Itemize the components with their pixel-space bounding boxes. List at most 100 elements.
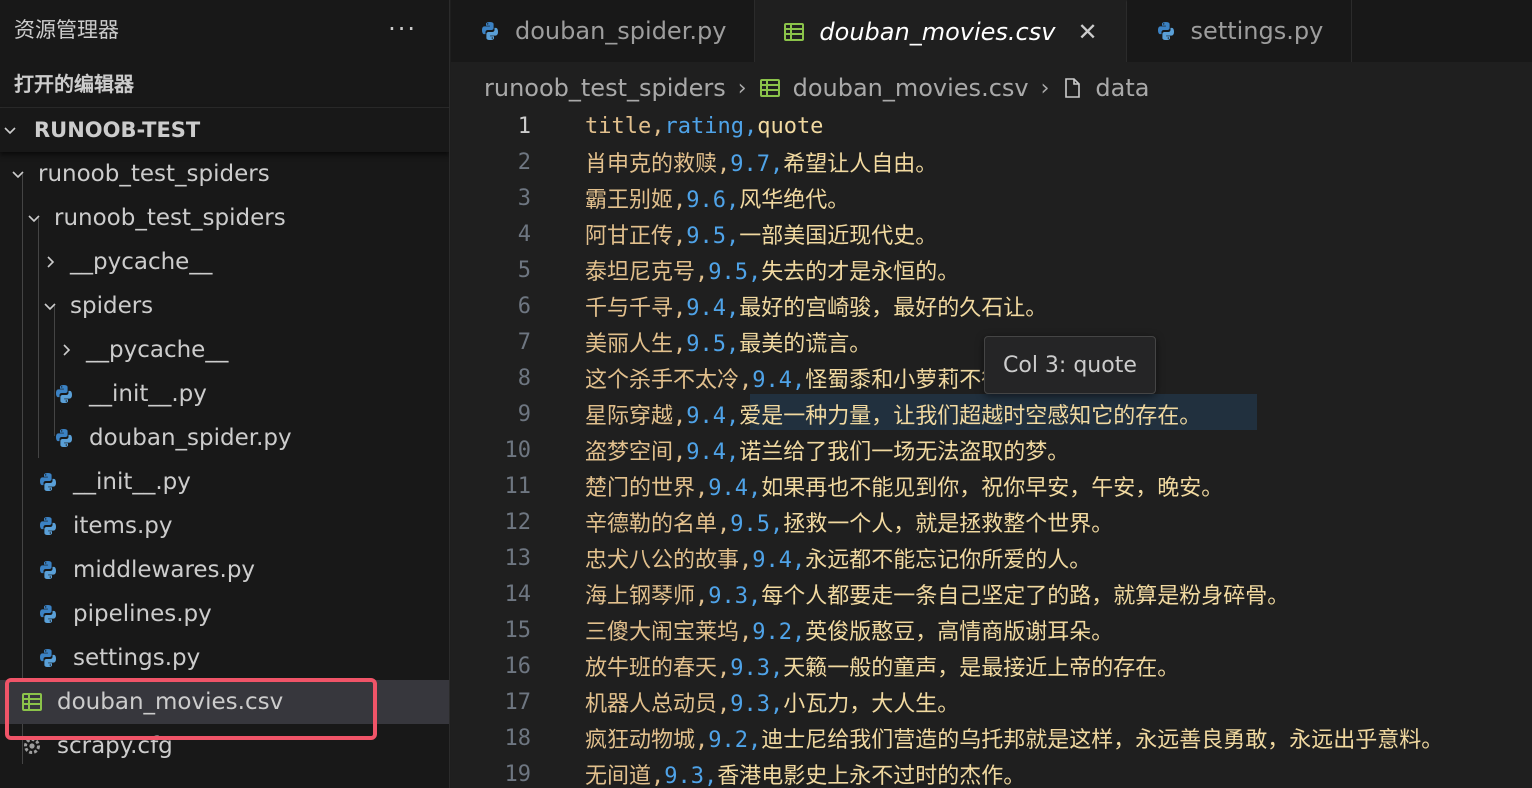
csv-column-3: 失去的才是永恒的。 — [761, 260, 960, 285]
line-number: 2 — [517, 149, 531, 175]
python-icon — [479, 20, 501, 42]
csv-column-1: 三傻大闹宝莱坞, — [585, 620, 753, 645]
workspace-root[interactable]: RUNOOB-TEST — [0, 108, 449, 152]
chevron-right-icon — [58, 342, 74, 358]
code-line[interactable]: 2 肖申克的救赎,9.7,希望让人自由。 — [451, 144, 1532, 180]
csv-column-1: 楚门的世界, — [585, 476, 709, 501]
breadcrumb-folder[interactable]: runoob_test_spiders — [484, 74, 726, 102]
code-line[interactable]: 5 泰坦尼克号,9.5,失去的才是永恒的。 — [451, 252, 1532, 288]
tab-settings[interactable]: settings.py — [1127, 0, 1353, 62]
tree-item-folder[interactable]: spiders — [0, 284, 449, 328]
tree-item-folder[interactable]: runoob_test_spiders — [0, 196, 449, 240]
code-text: 无间道,9.3,香港电影史上永不过时的杰作。 — [585, 758, 1025, 788]
code-line[interactable]: 19 无间道,9.3,香港电影史上永不过时的杰作。 — [451, 756, 1532, 788]
code-text: 三傻大闹宝莱坞,9.2,英俊版憨豆，高情商版谢耳朵。 — [585, 614, 1113, 646]
tree-item-label: __init__.py — [89, 381, 207, 407]
chevron-right-icon: › — [737, 75, 747, 101]
code-text: 千与千寻,9.4,最好的宫崎骏，最好的久石让。 — [585, 290, 1047, 322]
csv-icon — [21, 691, 43, 713]
code-line[interactable]: 15 三傻大闹宝莱坞,9.2,英俊版憨豆，高情商版谢耳朵。 — [451, 612, 1532, 648]
csv-column-2: 9.6, — [686, 188, 740, 213]
csv-column-1: 肖申克的救赎, — [585, 152, 731, 177]
code-text: 海上钢琴师,9.3,每个人都要走一条自己坚定了的路，就算是粉身碎骨。 — [585, 578, 1289, 610]
code-line[interactable]: 1 title,rating,quote — [451, 108, 1532, 144]
tab-douban-movies-csv[interactable]: douban_movies.csv ✕ — [755, 0, 1127, 62]
line-number: 19 — [504, 761, 532, 787]
code-editor[interactable]: 1 title,rating,quote 2 肖申克的救赎,9.7,希望让人自由。 3 霸… — [451, 108, 1532, 788]
tree-item-file[interactable]: items.py — [0, 504, 449, 548]
code-line[interactable]: 6 千与千寻,9.4,最好的宫崎骏，最好的久石让。 — [451, 288, 1532, 324]
code-line[interactable]: 16 放牛班的春天,9.3,天籁一般的童声，是最接近上帝的存在。 — [451, 648, 1532, 684]
code-line[interactable]: 11 楚门的世界,9.4,如果再也不能见到你，祝你早安，午安，晚安。 — [451, 468, 1532, 504]
close-icon[interactable]: ✕ — [1077, 18, 1097, 46]
tab-label: douban_spider.py — [515, 17, 727, 45]
open-editors-section[interactable]: 打开的编辑器 — [0, 58, 449, 108]
tree-item-label: settings.py — [73, 645, 201, 671]
chevron-down-icon — [2, 122, 18, 138]
code-line[interactable]: 12 辛德勒的名单,9.5,拯救一个人，就是拯救整个世界。 — [451, 504, 1532, 540]
code-line[interactable]: 18 疯狂动物城,9.2,迪士尼给我们营造的乌托邦就是这样，永远善良勇敢，永远出乎… — [451, 720, 1532, 756]
csv-column-1: 辛德勒的名单, — [585, 512, 731, 537]
tree-item-label: runoob_test_spiders — [38, 161, 270, 187]
csv-column-3: 爱是一种力量，让我们超越时空感知它的存在。 — [739, 404, 1202, 429]
line-number: 13 — [504, 545, 532, 571]
line-number: 6 — [517, 293, 531, 319]
tree-item-label: scrapy.cfg — [57, 733, 173, 759]
code-line[interactable]: 10 盗梦空间,9.4,诺兰给了我们一场无法盗取的梦。 — [451, 432, 1532, 468]
tree-item-file[interactable]: pipelines.py — [0, 592, 449, 636]
csv-column-1: 盗梦空间, — [585, 440, 687, 465]
python-icon — [37, 603, 59, 625]
line-number: 15 — [504, 617, 532, 643]
tree-item-file[interactable]: __init__.py — [0, 372, 449, 416]
explorer-sidebar: 资源管理器 ··· 打开的编辑器 RUNOOB-TEST runoob_test… — [0, 0, 450, 788]
csv-column-1: 机器人总动员, — [585, 692, 731, 717]
code-line[interactable]: 3 霸王别姬,9.6,风华绝代。 — [451, 180, 1532, 216]
tree-item-label: pipelines.py — [73, 601, 212, 627]
csv-column-2: 9.4, — [752, 548, 806, 573]
tree-item-folder[interactable]: runoob_test_spiders — [0, 152, 449, 196]
csv-column-2: 9.7, — [730, 152, 784, 177]
breadcrumb-symbol[interactable]: data — [1095, 74, 1149, 102]
line-number: 5 — [517, 257, 531, 283]
code-line[interactable]: 13 忠犬八公的故事,9.4,永远都不能忘记你所爱的人。 — [451, 540, 1532, 576]
csv-column-3: 希望让人自由。 — [783, 152, 938, 177]
csv-column-1: 忠犬八公的故事, — [585, 548, 753, 573]
code-line[interactable]: 4 阿甘正传,9.5,一部美国近现代史。 — [451, 216, 1532, 252]
workspace-root-label: RUNOOB-TEST — [34, 118, 201, 142]
tab-douban-spider[interactable]: douban_spider.py — [451, 0, 756, 62]
chevron-down-icon — [42, 298, 58, 314]
tree-item-label: __init__.py — [73, 469, 191, 495]
chevron-down-icon — [10, 166, 26, 182]
csv-column-3: 风华绝代。 — [739, 188, 850, 213]
breadcrumb-file[interactable]: douban_movies.csv — [793, 74, 1029, 102]
tree-item-file[interactable]: douban_spider.py — [0, 416, 449, 460]
line-number: 3 — [517, 185, 531, 211]
tab-label: settings.py — [1190, 17, 1324, 45]
tree-item-file[interactable]: __init__.py — [0, 460, 449, 504]
python-icon — [37, 515, 59, 537]
tree-item-file-selected[interactable]: douban_movies.csv — [0, 680, 449, 724]
code-text: 辛德勒的名单,9.5,拯救一个人，就是拯救整个世界。 — [585, 506, 1113, 538]
tree-item-file[interactable]: settings.py — [0, 636, 449, 680]
tree-item-folder[interactable]: __pycache__ — [0, 240, 449, 284]
more-actions-button[interactable]: ··· — [388, 17, 417, 41]
code-line[interactable]: 17 机器人总动员,9.3,小瓦力，大人生。 — [451, 684, 1532, 720]
csv-column-1: 泰坦尼克号, — [585, 260, 709, 285]
tree-item-file[interactable]: middlewares.py — [0, 548, 449, 592]
tree-item-label: __pycache__ — [86, 337, 229, 363]
code-text: 肖申克的救赎,9.7,希望让人自由。 — [585, 146, 937, 178]
tree-item-folder[interactable]: __pycache__ — [0, 328, 449, 372]
chevron-right-icon — [42, 254, 58, 270]
csv-column-2: 9.3, — [708, 584, 762, 609]
csv-column-3: 迪士尼给我们营造的乌托邦就是这样，永远善良勇敢，永远出乎意料。 — [761, 728, 1444, 753]
code-line[interactable]: 14 海上钢琴师,9.3,每个人都要走一条自己坚定了的路，就算是粉身碎骨。 — [451, 576, 1532, 612]
code-text: 霸王别姬,9.6,风华绝代。 — [585, 182, 849, 214]
code-line[interactable]: 9 星际穿越,9.4,爱是一种力量，让我们超越时空感知它的存在。 — [451, 396, 1532, 432]
line-number: 17 — [504, 689, 532, 715]
editor-tab-bar: douban_spider.py douban_movies.csv ✕ set… — [451, 0, 1532, 62]
tree-item-file[interactable]: scrapy.cfg — [0, 724, 449, 768]
code-text: 阿甘正传,9.5,一部美国近现代史。 — [585, 218, 937, 250]
line-number: 7 — [517, 329, 531, 355]
csv-column-3: 每个人都要走一条自己坚定了的路，就算是粉身碎骨。 — [761, 584, 1290, 609]
line-number: 10 — [504, 437, 532, 463]
